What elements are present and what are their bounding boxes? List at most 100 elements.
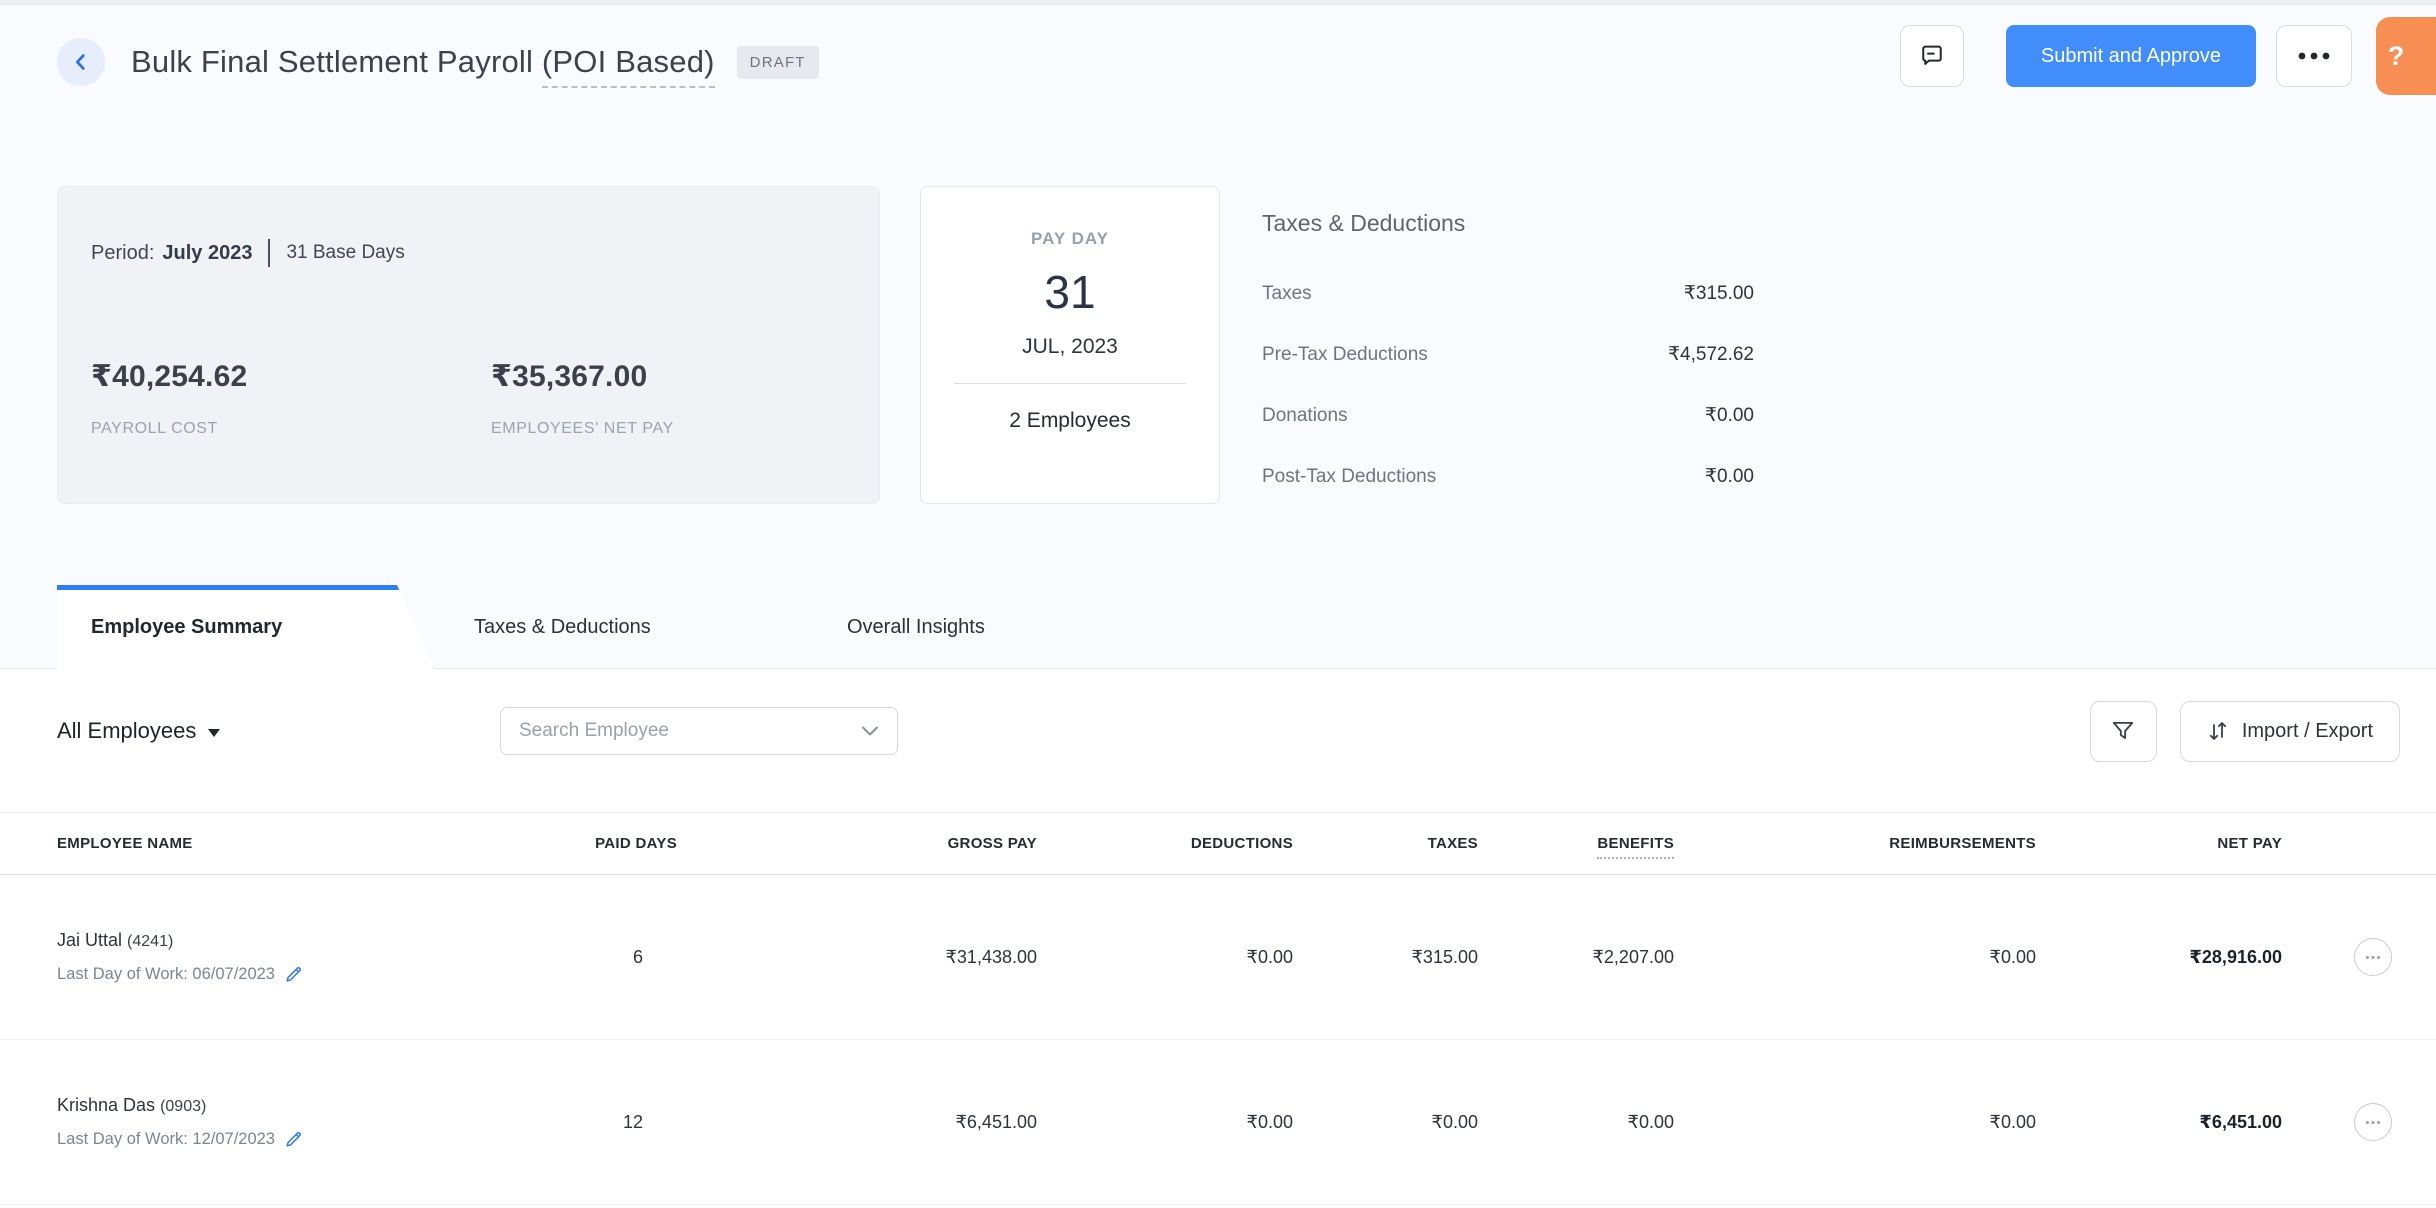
paid-days-cell: 12 [517,1112,677,1133]
last-day-text: Last Day of Work: 06/07/2023 [57,965,275,984]
employee-table: EMPLOYEE NAME PAID DAYS GROSS PAY DEDUCT… [0,812,2436,1205]
net-pay-block: ₹35,367.00 EMPLOYEES' NET PAY [491,359,674,438]
tab-bar: Employee Summary Taxes & Deductions Over… [0,585,2436,669]
col-reimbursements: REIMBURSEMENTS [1674,835,2036,852]
col-deductions: DEDUCTIONS [1037,835,1293,852]
tax-summary-row: Taxes ₹315.00 [1262,263,1754,324]
last-day-line: Last Day of Work: 06/07/2023 [57,964,517,984]
row-menu-cell [2282,938,2400,976]
tax-row-label: Post-Tax Deductions [1262,466,1436,488]
employee-count: 2 Employees [921,409,1219,433]
net-pay-cell: ₹28,916.00 [2036,947,2282,968]
funnel-icon [2110,718,2136,744]
header-actions: Submit and Approve ? [1900,24,2436,88]
reimbursements-cell: ₹0.00 [1674,1112,2036,1133]
gross-pay-cell: ₹6,451.00 [677,1112,1037,1133]
col-benefits-label: BENEFITS [1597,835,1674,859]
paid-days-cell: 6 [517,947,677,968]
benefits-cell: ₹2,207.00 [1478,947,1674,968]
net-pay-label: EMPLOYEES' NET PAY [491,420,674,438]
employee-name[interactable]: Jai Uttal [57,930,122,950]
status-badge: DRAFT [737,46,819,79]
tax-row-value: ₹0.00 [1705,404,1754,427]
submit-and-approve-button[interactable]: Submit and Approve [2006,25,2256,87]
import-export-label: Import / Export [2242,720,2373,743]
filter-button[interactable] [2090,701,2157,762]
ellipsis-icon [2297,51,2331,61]
page-title: Bulk Final Settlement Payroll (POI Based… [131,44,715,80]
col-paid-days: PAID DAYS [517,835,677,852]
toolbar-right: Import / Export [2090,701,2400,762]
table-row: Krishna Das (0903) Last Day of Work: 12/… [0,1040,2436,1205]
pay-day-number: 31 [921,265,1219,319]
help-button[interactable]: ? [2376,17,2436,95]
employee-cell: Krishna Das (0903) Last Day of Work: 12/… [57,1095,517,1149]
row-menu-button[interactable] [2354,1103,2392,1141]
tab-employee-summary[interactable]: Employee Summary [57,585,435,670]
ellipsis-circle-icon [2365,955,2381,960]
payroll-cost-label: PAYROLL COST [91,420,491,438]
benefits-cell: ₹0.00 [1478,1112,1674,1133]
employee-filter-dropdown[interactable]: All Employees [57,718,220,744]
amount-row: ₹40,254.62 PAYROLL COST ₹35,367.00 EMPLO… [91,359,846,438]
net-pay-value: ₹35,367.00 [491,359,674,394]
tax-row-value: ₹315.00 [1684,282,1754,305]
period-label: Period: [91,242,154,265]
taxes-cell: ₹0.00 [1293,1112,1478,1133]
toolbar: All Employees Search Employee [57,700,2400,762]
search-employee-placeholder: Search Employee [519,720,861,742]
deductions-cell: ₹0.00 [1037,947,1293,968]
gross-pay-cell: ₹31,438.00 [677,947,1037,968]
speech-bubble-icon [1918,42,1946,70]
page-header: Bulk Final Settlement Payroll (POI Based… [57,24,2436,100]
tax-row-label: Donations [1262,405,1348,427]
tax-summary-row: Post-Tax Deductions ₹0.00 [1262,446,1754,507]
tax-row-label: Taxes [1262,283,1312,305]
taxes-deductions-title: Taxes & Deductions [1262,210,1754,237]
period-divider [268,239,270,267]
tab-overall-insights[interactable]: Overall Insights [847,585,985,669]
pay-day-month: JUL, 2023 [921,335,1219,359]
table-header-row: EMPLOYEE NAME PAID DAYS GROSS PAY DEDUCT… [0,812,2436,875]
taxes-deductions-summary: Taxes & Deductions Taxes ₹315.00 Pre-Tax… [1262,210,1754,507]
caret-down-icon [208,729,220,737]
back-button[interactable] [57,38,105,86]
col-taxes: TAXES [1293,835,1478,852]
table-row: Jai Uttal (4241) Last Day of Work: 06/07… [0,875,2436,1040]
swap-arrows-icon [2207,719,2229,743]
top-strip [0,0,2436,5]
tax-summary-row: Donations ₹0.00 [1262,385,1754,446]
pencil-icon[interactable] [284,964,304,984]
payroll-cost-block: ₹40,254.62 PAYROLL COST [91,359,491,438]
row-menu-button[interactable] [2354,938,2392,976]
search-employee-select[interactable]: Search Employee [500,707,898,755]
taxes-cell: ₹315.00 [1293,947,1478,968]
base-days: 31 Base Days [286,242,404,264]
col-employee-name: EMPLOYEE NAME [57,835,517,852]
last-day-text: Last Day of Work: 12/07/2023 [57,1130,275,1149]
employee-cell: Jai Uttal (4241) Last Day of Work: 06/07… [57,930,517,984]
payroll-summary-card: Period: July 2023 31 Base Days ₹40,254.6… [57,186,880,504]
employee-name-line: Krishna Das (0903) [57,1095,517,1116]
employee-filter-label: All Employees [57,718,196,744]
tax-summary-row: Pre-Tax Deductions ₹4,572.62 [1262,324,1754,385]
row-menu-cell [2282,1103,2400,1141]
page-title-suffix: (POI Based) [542,44,715,88]
employee-code: (4241) [127,933,173,950]
tab-taxes-deductions[interactable]: Taxes & Deductions [474,585,651,669]
ellipsis-circle-icon [2365,1120,2381,1125]
import-export-button[interactable]: Import / Export [2180,701,2400,762]
pencil-icon[interactable] [284,1129,304,1149]
chevron-down-icon [861,725,879,737]
employee-name[interactable]: Krishna Das [57,1095,155,1115]
period-line: Period: July 2023 31 Base Days [91,239,846,267]
comments-button[interactable] [1900,25,1964,87]
pay-day-card: PAY DAY 31 JUL, 2023 2 Employees [920,186,1220,504]
net-pay-cell: ₹6,451.00 [2036,1112,2282,1133]
more-actions-button[interactable] [2276,25,2352,87]
payroll-page: Bulk Final Settlement Payroll (POI Based… [0,0,2436,1208]
employee-code: (0903) [160,1098,206,1115]
tax-row-value: ₹0.00 [1705,465,1754,488]
payroll-cost-value: ₹40,254.62 [91,359,491,394]
tax-row-value: ₹4,572.62 [1668,343,1754,366]
